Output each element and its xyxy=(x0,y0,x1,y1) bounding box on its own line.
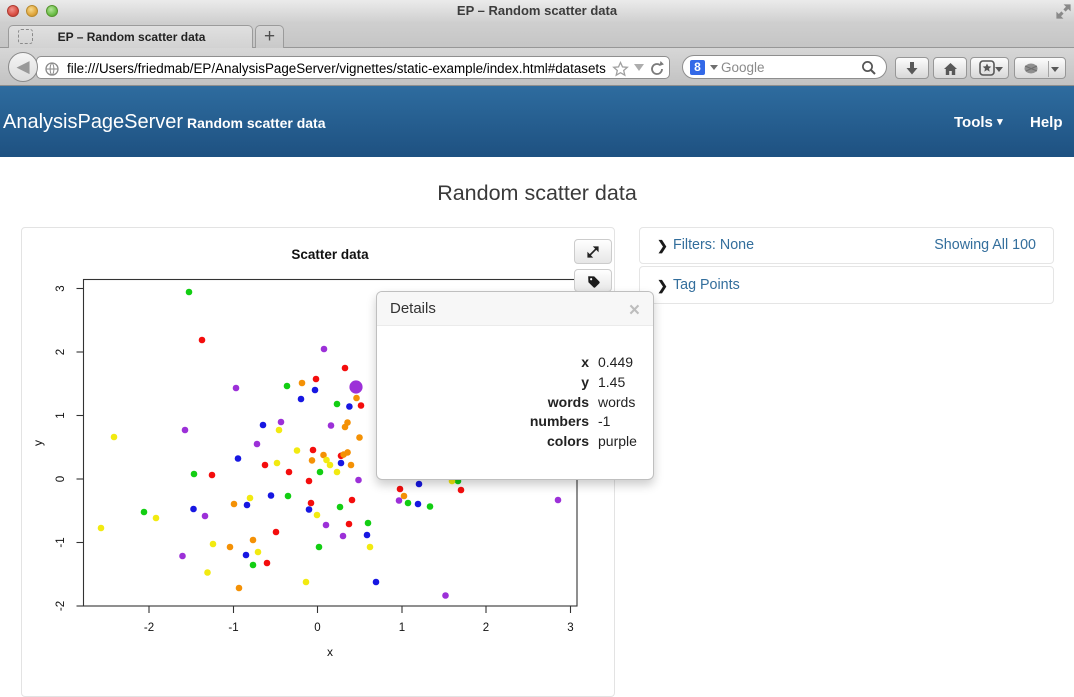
svg-text:2: 2 xyxy=(483,622,489,634)
svg-text:0: 0 xyxy=(55,476,67,482)
svg-text:3: 3 xyxy=(55,285,67,291)
svg-text:-2: -2 xyxy=(55,601,67,611)
svg-text:1: 1 xyxy=(399,622,405,634)
svg-text:x: x xyxy=(327,645,333,659)
svg-text:-1: -1 xyxy=(228,622,238,634)
svg-text:-2: -2 xyxy=(144,622,154,634)
svg-text:3: 3 xyxy=(567,622,573,634)
svg-text:1: 1 xyxy=(55,412,67,418)
svg-text:y: y xyxy=(31,440,45,446)
svg-text:2: 2 xyxy=(55,349,67,355)
svg-text:0: 0 xyxy=(314,622,320,634)
svg-text:-1: -1 xyxy=(55,537,67,547)
